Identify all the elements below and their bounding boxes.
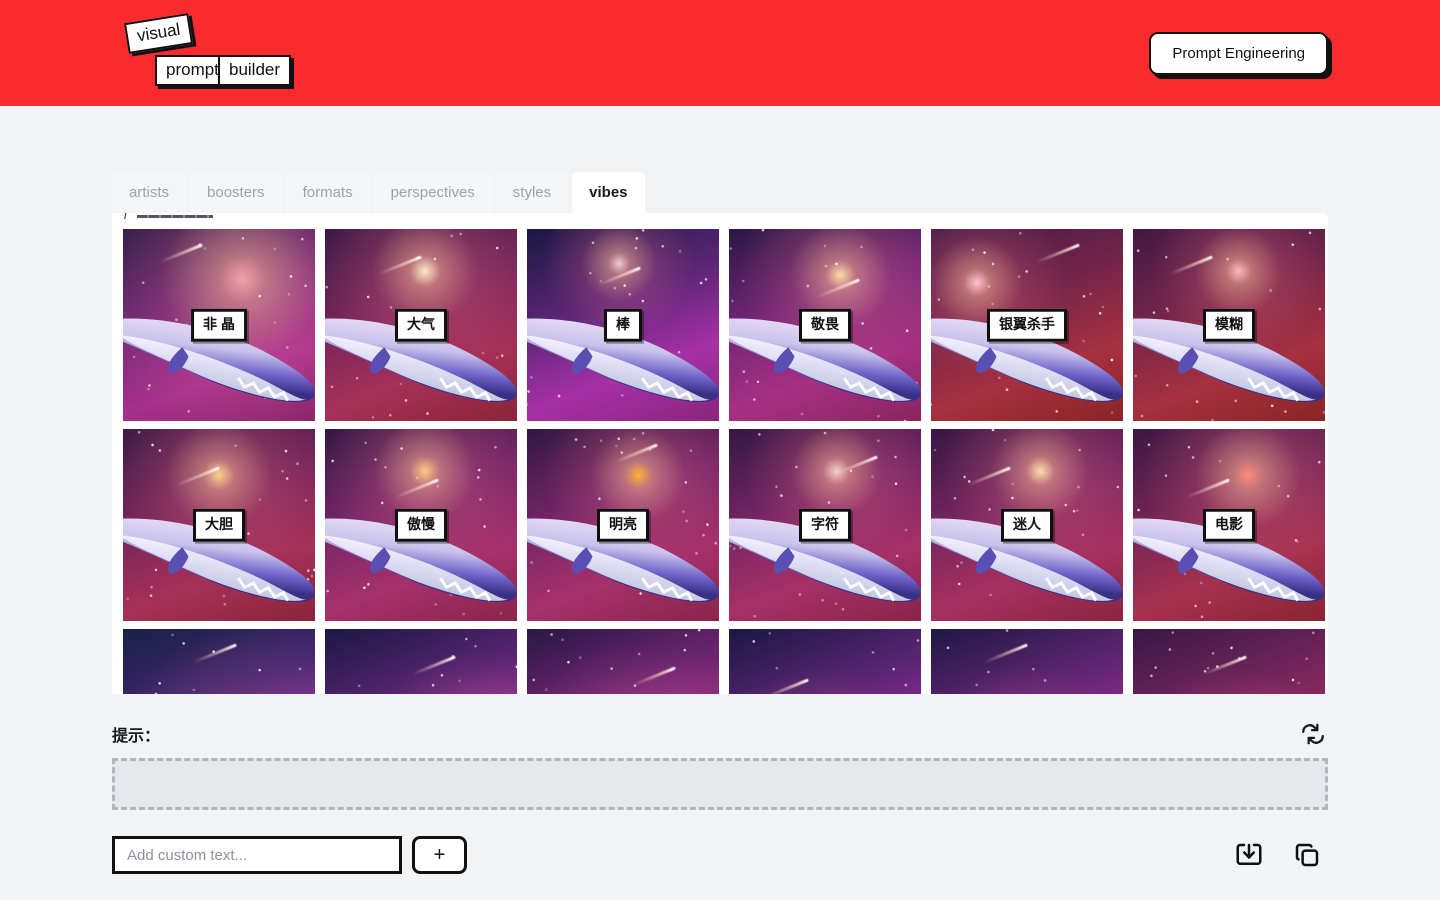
tile-comet-streak — [395, 478, 439, 499]
tile-label: 非 晶 — [191, 308, 247, 342]
tile-item[interactable]: 迷人 — [931, 429, 1123, 621]
tile-comet-streak — [158, 243, 203, 264]
tile-item[interactable]: 棒 — [527, 229, 719, 421]
add-custom-text-button[interactable]: + — [412, 836, 467, 874]
prompt-engineering-button[interactable]: Prompt Engineering — [1149, 31, 1328, 75]
tile-comet-streak — [1185, 478, 1230, 499]
tile-label: 迷人 — [1001, 508, 1053, 542]
tile-label: 明亮 — [597, 508, 649, 542]
tile-label: 银翼杀手 — [987, 308, 1067, 342]
tile-grid: 非 晶 大气 棒 敬畏 银翼杀手 模糊大胆 傲慢 明亮 字符 迷人 电影 — [122, 229, 1325, 694]
tile-comet-streak — [193, 643, 237, 664]
tile-item[interactable]: 非 晶 — [123, 229, 315, 421]
tile-item[interactable] — [729, 629, 921, 694]
clipped-rule-divider — [136, 214, 213, 218]
tile-item[interactable]: 大胆 — [123, 429, 315, 621]
tile-grid-scroll[interactable]: / 非 晶 大气 棒 敬畏 银翼杀手 模糊大胆 傲慢 明亮 字符 迷人 电影 — [112, 213, 1328, 694]
tile-comet — [729, 629, 921, 694]
category-tabs: artists boosters formats perspectives styles… — [112, 172, 1328, 213]
tile-comet — [123, 629, 315, 694]
tile-comet — [325, 629, 517, 694]
tile-label: 大气 — [395, 308, 447, 342]
prompt-area: 提示： + — [0, 712, 1440, 874]
tab-artists[interactable]: artists — [112, 172, 187, 213]
tile-comet — [931, 629, 1123, 694]
tile-comet-streak — [1168, 255, 1213, 276]
download-icon — [1236, 843, 1262, 865]
tile-label: 敬畏 — [799, 308, 851, 342]
tile-item[interactable]: 敬畏 — [729, 229, 921, 421]
main-content: artists boosters formats perspectives styles… — [0, 106, 1440, 694]
tile-comet-streak — [377, 255, 422, 276]
tile-comet — [1133, 629, 1325, 694]
app-header: visual prompt builder Prompt Engineering — [0, 0, 1440, 106]
tile-grid-panel[interactable]: / 非 晶 大气 棒 敬畏 银翼杀手 模糊大胆 傲慢 明亮 字符 迷人 电影 — [112, 213, 1328, 694]
tile-label: 电影 — [1203, 508, 1255, 542]
tile-item[interactable] — [325, 629, 517, 694]
tile-label: 棒 — [604, 308, 642, 342]
tile-item[interactable]: 傲慢 — [325, 429, 517, 621]
tile-comet-streak — [412, 655, 457, 676]
tile-item[interactable]: 明亮 — [527, 429, 719, 621]
prompt-dropzone[interactable] — [112, 758, 1328, 810]
clipped-tick-label: / — [124, 213, 127, 222]
tile-comet-streak — [597, 266, 641, 287]
tile-comet — [527, 629, 719, 694]
tab-formats[interactable]: formats — [285, 172, 370, 213]
tile-item[interactable]: 电影 — [1133, 429, 1325, 621]
custom-text-group: + — [112, 836, 467, 874]
tile-comet-streak — [175, 466, 220, 487]
tile-comet-streak — [631, 666, 676, 687]
tile-comet-streak — [614, 443, 659, 464]
tile-comet-streak — [833, 455, 878, 476]
tile-comet-streak — [983, 643, 1028, 664]
refresh-button[interactable] — [1298, 719, 1328, 749]
logo-chip-builder: builder — [218, 55, 292, 86]
tab-boosters[interactable]: boosters — [190, 172, 282, 213]
tab-vibes[interactable]: vibes — [572, 172, 645, 213]
prompt-actions — [1232, 838, 1328, 872]
tile-comet-streak — [764, 678, 809, 694]
prompt-footer-row: + — [112, 836, 1328, 874]
tile-item[interactable]: 银翼杀手 — [931, 229, 1123, 421]
save-button[interactable] — [1232, 838, 1266, 872]
refresh-icon — [1302, 723, 1324, 745]
tile-label: 傲慢 — [395, 508, 447, 542]
tab-perspectives[interactable]: perspectives — [373, 172, 492, 213]
tile-comet-streak — [1035, 243, 1080, 264]
tile-comet-streak — [966, 466, 1011, 487]
tile-item[interactable] — [123, 629, 315, 694]
custom-text-input[interactable] — [112, 836, 402, 874]
tile-label: 大胆 — [193, 508, 245, 542]
logo-chip-visual: visual — [123, 13, 194, 54]
app-logo: visual prompt builder — [112, 10, 312, 96]
copy-icon — [1295, 843, 1319, 867]
tile-item[interactable]: 字符 — [729, 429, 921, 621]
tile-comet-streak — [816, 278, 861, 299]
prompt-header-row: 提示： — [112, 712, 1328, 756]
tile-item[interactable]: 模糊 — [1133, 229, 1325, 421]
tile-label: 字符 — [799, 508, 851, 542]
tile-item[interactable]: 大气 — [325, 229, 517, 421]
prompt-label: 提示： — [112, 728, 161, 745]
tile-item[interactable] — [527, 629, 719, 694]
tile-item[interactable] — [1133, 629, 1325, 694]
tile-comet-streak — [1203, 655, 1247, 676]
tile-item[interactable] — [931, 629, 1123, 694]
tab-styles[interactable]: styles — [495, 172, 569, 213]
copy-button[interactable] — [1290, 838, 1324, 872]
tile-label: 模糊 — [1203, 308, 1255, 342]
clipped-toolbar-row: / — [122, 213, 1318, 229]
